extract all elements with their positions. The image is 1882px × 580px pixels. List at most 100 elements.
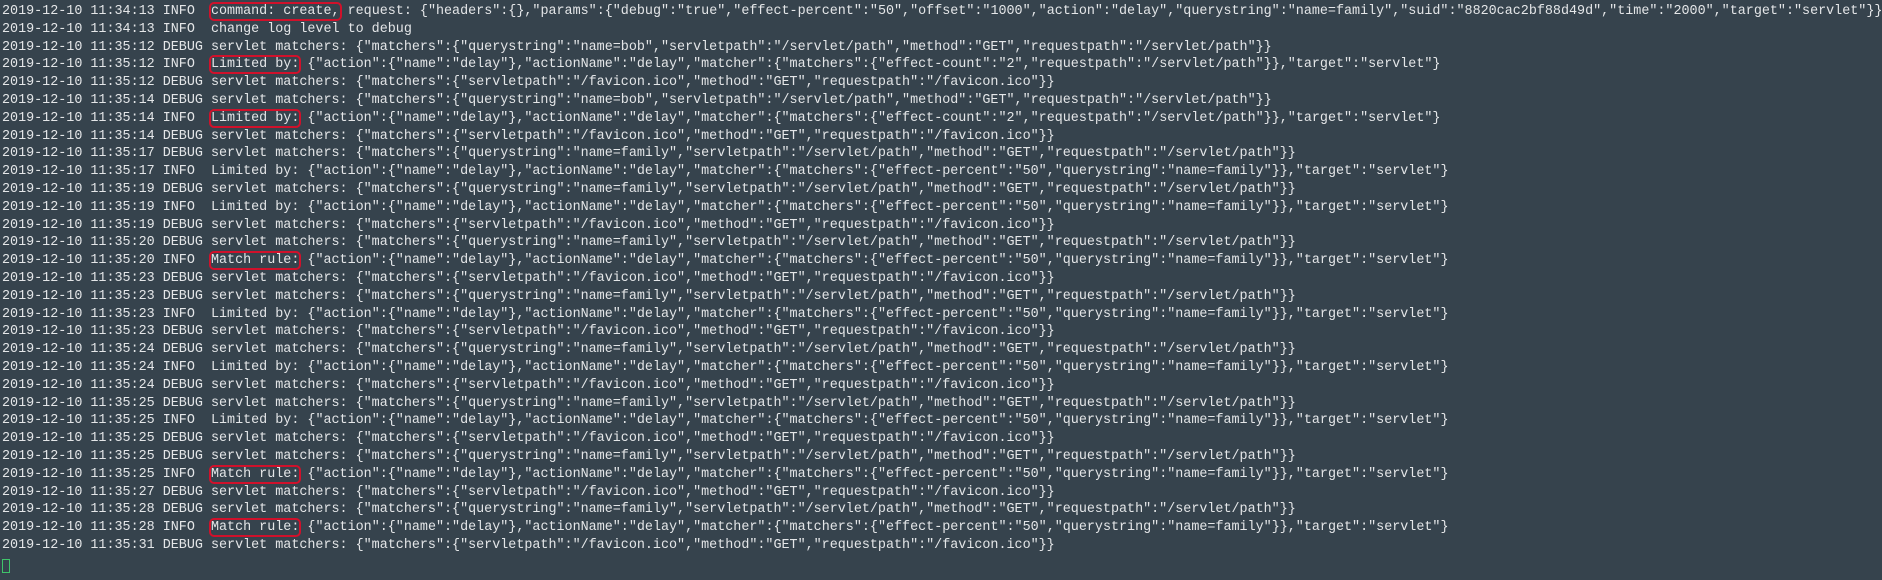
- log-message-body: {"matchers":{"querystring":"name=family"…: [347, 288, 1296, 304]
- log-line: 2019-12-10 11:34:13 INFO command: create…: [2, 2, 1882, 21]
- log-level: INFO: [162, 57, 203, 73]
- log-level: DEBUG: [162, 484, 203, 500]
- log-line: 2019-12-10 11:35:28 INFO Match rule: {"a…: [2, 518, 1882, 538]
- log-message-prefix: servlet matchers:: [210, 270, 348, 286]
- log-message-prefix: servlet matchers:: [210, 537, 348, 553]
- log-message-body: {"matchers":{"querystring":"name=family"…: [347, 395, 1296, 411]
- log-timestamp: 2019-12-10 11:35:14: [2, 110, 155, 126]
- log-line: 2019-12-10 11:35:24 DEBUG servlet matche…: [2, 377, 1882, 395]
- log-timestamp: 2019-12-10 11:35:20: [2, 253, 155, 269]
- log-line: 2019-12-10 11:35:25 DEBUG servlet matche…: [2, 430, 1882, 448]
- log-message-body: {"action":{"name":"delay"},"actionName":…: [299, 466, 1449, 482]
- log-level: DEBUG: [162, 75, 203, 91]
- log-line: 2019-12-10 11:34:13 INFO change log leve…: [2, 21, 1882, 39]
- log-timestamp: 2019-12-10 11:35:23: [2, 270, 155, 286]
- log-message-prefix: Limited by:: [210, 164, 300, 180]
- log-line: 2019-12-10 11:35:14 INFO Limited by: {"a…: [2, 108, 1882, 128]
- log-level: DEBUG: [162, 377, 203, 393]
- log-message-prefix: servlet matchers:: [210, 377, 348, 393]
- log-line: 2019-12-10 11:35:19 INFO Limited by: {"a…: [2, 199, 1882, 217]
- log-line: 2019-12-10 11:35:23 DEBUG servlet matche…: [2, 323, 1882, 341]
- log-message-prefix: servlet matchers:: [210, 128, 348, 144]
- log-line: 2019-12-10 11:35:19 DEBUG servlet matche…: [2, 217, 1882, 235]
- log-message-body: {"matchers":{"querystring":"name=family"…: [347, 181, 1296, 197]
- log-message-body: {"action":{"name":"delay"},"actionName":…: [299, 253, 1449, 269]
- log-message-prefix: servlet matchers:: [210, 146, 348, 162]
- log-message-body: {"matchers":{"servletpath":"/favicon.ico…: [347, 75, 1055, 91]
- log-level: INFO: [162, 21, 203, 37]
- log-level: DEBUG: [162, 39, 203, 55]
- log-line: 2019-12-10 11:35:12 DEBUG servlet matche…: [2, 39, 1882, 57]
- log-message-body: {"matchers":{"querystring":"name=bob","s…: [347, 92, 1272, 108]
- log-message-prefix: servlet matchers:: [210, 502, 348, 518]
- log-timestamp: 2019-12-10 11:35:25: [2, 466, 155, 482]
- log-timestamp: 2019-12-10 11:35:20: [2, 235, 155, 251]
- log-message-prefix: servlet matchers:: [210, 431, 348, 447]
- log-timestamp: 2019-12-10 11:35:12: [2, 75, 155, 91]
- highlighted-message-prefix: command: create,: [208, 2, 342, 21]
- log-message-prefix: servlet matchers:: [210, 324, 348, 340]
- log-line: 2019-12-10 11:35:25 INFO Match rule: {"a…: [2, 464, 1882, 484]
- log-timestamp: 2019-12-10 11:35:28: [2, 520, 155, 536]
- log-timestamp: 2019-12-10 11:35:31: [2, 537, 155, 553]
- log-line: 2019-12-10 11:35:20 INFO Match rule: {"a…: [2, 251, 1882, 271]
- log-level: DEBUG: [162, 217, 203, 233]
- log-message-prefix: Limited by:: [210, 359, 300, 375]
- log-message-prefix: servlet matchers:: [210, 217, 348, 233]
- log-timestamp: 2019-12-10 11:35:14: [2, 128, 155, 144]
- log-message-prefix: servlet matchers:: [210, 92, 348, 108]
- log-timestamp: 2019-12-10 11:35:12: [2, 57, 155, 73]
- log-level: DEBUG: [162, 92, 203, 108]
- highlighted-message-prefix: Match rule:: [208, 518, 302, 538]
- log-timestamp: 2019-12-10 11:35:12: [2, 39, 155, 55]
- log-message-prefix: servlet matchers:: [210, 235, 348, 251]
- log-level: DEBUG: [162, 270, 203, 286]
- log-level: DEBUG: [162, 431, 203, 447]
- log-level: INFO: [162, 253, 203, 269]
- log-timestamp: 2019-12-10 11:34:13: [2, 4, 155, 19]
- log-timestamp: 2019-12-10 11:35:24: [2, 359, 155, 375]
- terminal-output[interactable]: 2019-12-10 11:34:13 INFO command: create…: [0, 0, 1882, 573]
- log-level: INFO: [162, 199, 203, 215]
- log-timestamp: 2019-12-10 11:35:17: [2, 146, 155, 162]
- log-message-body: {"matchers":{"servletpath":"/favicon.ico…: [347, 537, 1055, 553]
- log-line: 2019-12-10 11:35:24 DEBUG servlet matche…: [2, 341, 1882, 359]
- log-message-prefix: Limited by:: [210, 306, 300, 322]
- log-line: 2019-12-10 11:35:20 DEBUG servlet matche…: [2, 234, 1882, 252]
- log-timestamp: 2019-12-10 11:35:27: [2, 484, 155, 500]
- log-level: DEBUG: [162, 448, 203, 464]
- log-timestamp: 2019-12-10 11:35:17: [2, 164, 155, 180]
- highlighted-message-prefix: Limited by:: [208, 55, 302, 75]
- log-message-body: {"matchers":{"servletpath":"/favicon.ico…: [347, 484, 1055, 500]
- log-message-prefix: servlet matchers:: [210, 342, 348, 358]
- log-level: INFO: [162, 413, 203, 429]
- log-message-prefix: servlet matchers:: [210, 484, 348, 500]
- log-level: DEBUG: [162, 146, 203, 162]
- log-level: DEBUG: [162, 502, 203, 518]
- log-message-prefix: servlet matchers:: [210, 395, 348, 411]
- log-message-prefix: servlet matchers:: [210, 448, 348, 464]
- log-line: 2019-12-10 11:35:14 DEBUG servlet matche…: [2, 92, 1882, 110]
- log-level: INFO: [162, 520, 203, 536]
- log-line: 2019-12-10 11:35:25 INFO Limited by: {"a…: [2, 412, 1882, 430]
- log-level: DEBUG: [162, 128, 203, 144]
- log-timestamp: 2019-12-10 11:35:19: [2, 199, 155, 215]
- highlighted-message-prefix: Match rule:: [208, 251, 302, 271]
- log-message-prefix: Limited by:: [210, 413, 300, 429]
- log-message-body: {"matchers":{"servletpath":"/favicon.ico…: [347, 128, 1055, 144]
- log-message-body: {"matchers":{"querystring":"name=bob","s…: [347, 39, 1272, 55]
- log-level: INFO: [162, 466, 203, 482]
- log-line: 2019-12-10 11:35:12 INFO Limited by: {"a…: [2, 55, 1882, 75]
- log-message-body: {"action":{"name":"delay"},"actionName":…: [299, 413, 1449, 429]
- log-timestamp: 2019-12-10 11:34:13: [2, 21, 155, 37]
- log-line: 2019-12-10 11:35:31 DEBUG servlet matche…: [2, 537, 1882, 555]
- log-message-body: {"matchers":{"servletpath":"/favicon.ico…: [347, 431, 1055, 447]
- log-timestamp: 2019-12-10 11:35:23: [2, 288, 155, 304]
- log-message-body: {"matchers":{"servletpath":"/favicon.ico…: [347, 270, 1055, 286]
- log-line: 2019-12-10 11:35:23 DEBUG servlet matche…: [2, 288, 1882, 306]
- log-level: INFO: [162, 110, 203, 126]
- log-line: 2019-12-10 11:35:17 DEBUG servlet matche…: [2, 145, 1882, 163]
- log-message-body: {"matchers":{"servletpath":"/favicon.ico…: [347, 217, 1055, 233]
- log-message-prefix: change log level to debug: [210, 21, 412, 37]
- log-level: DEBUG: [162, 342, 203, 358]
